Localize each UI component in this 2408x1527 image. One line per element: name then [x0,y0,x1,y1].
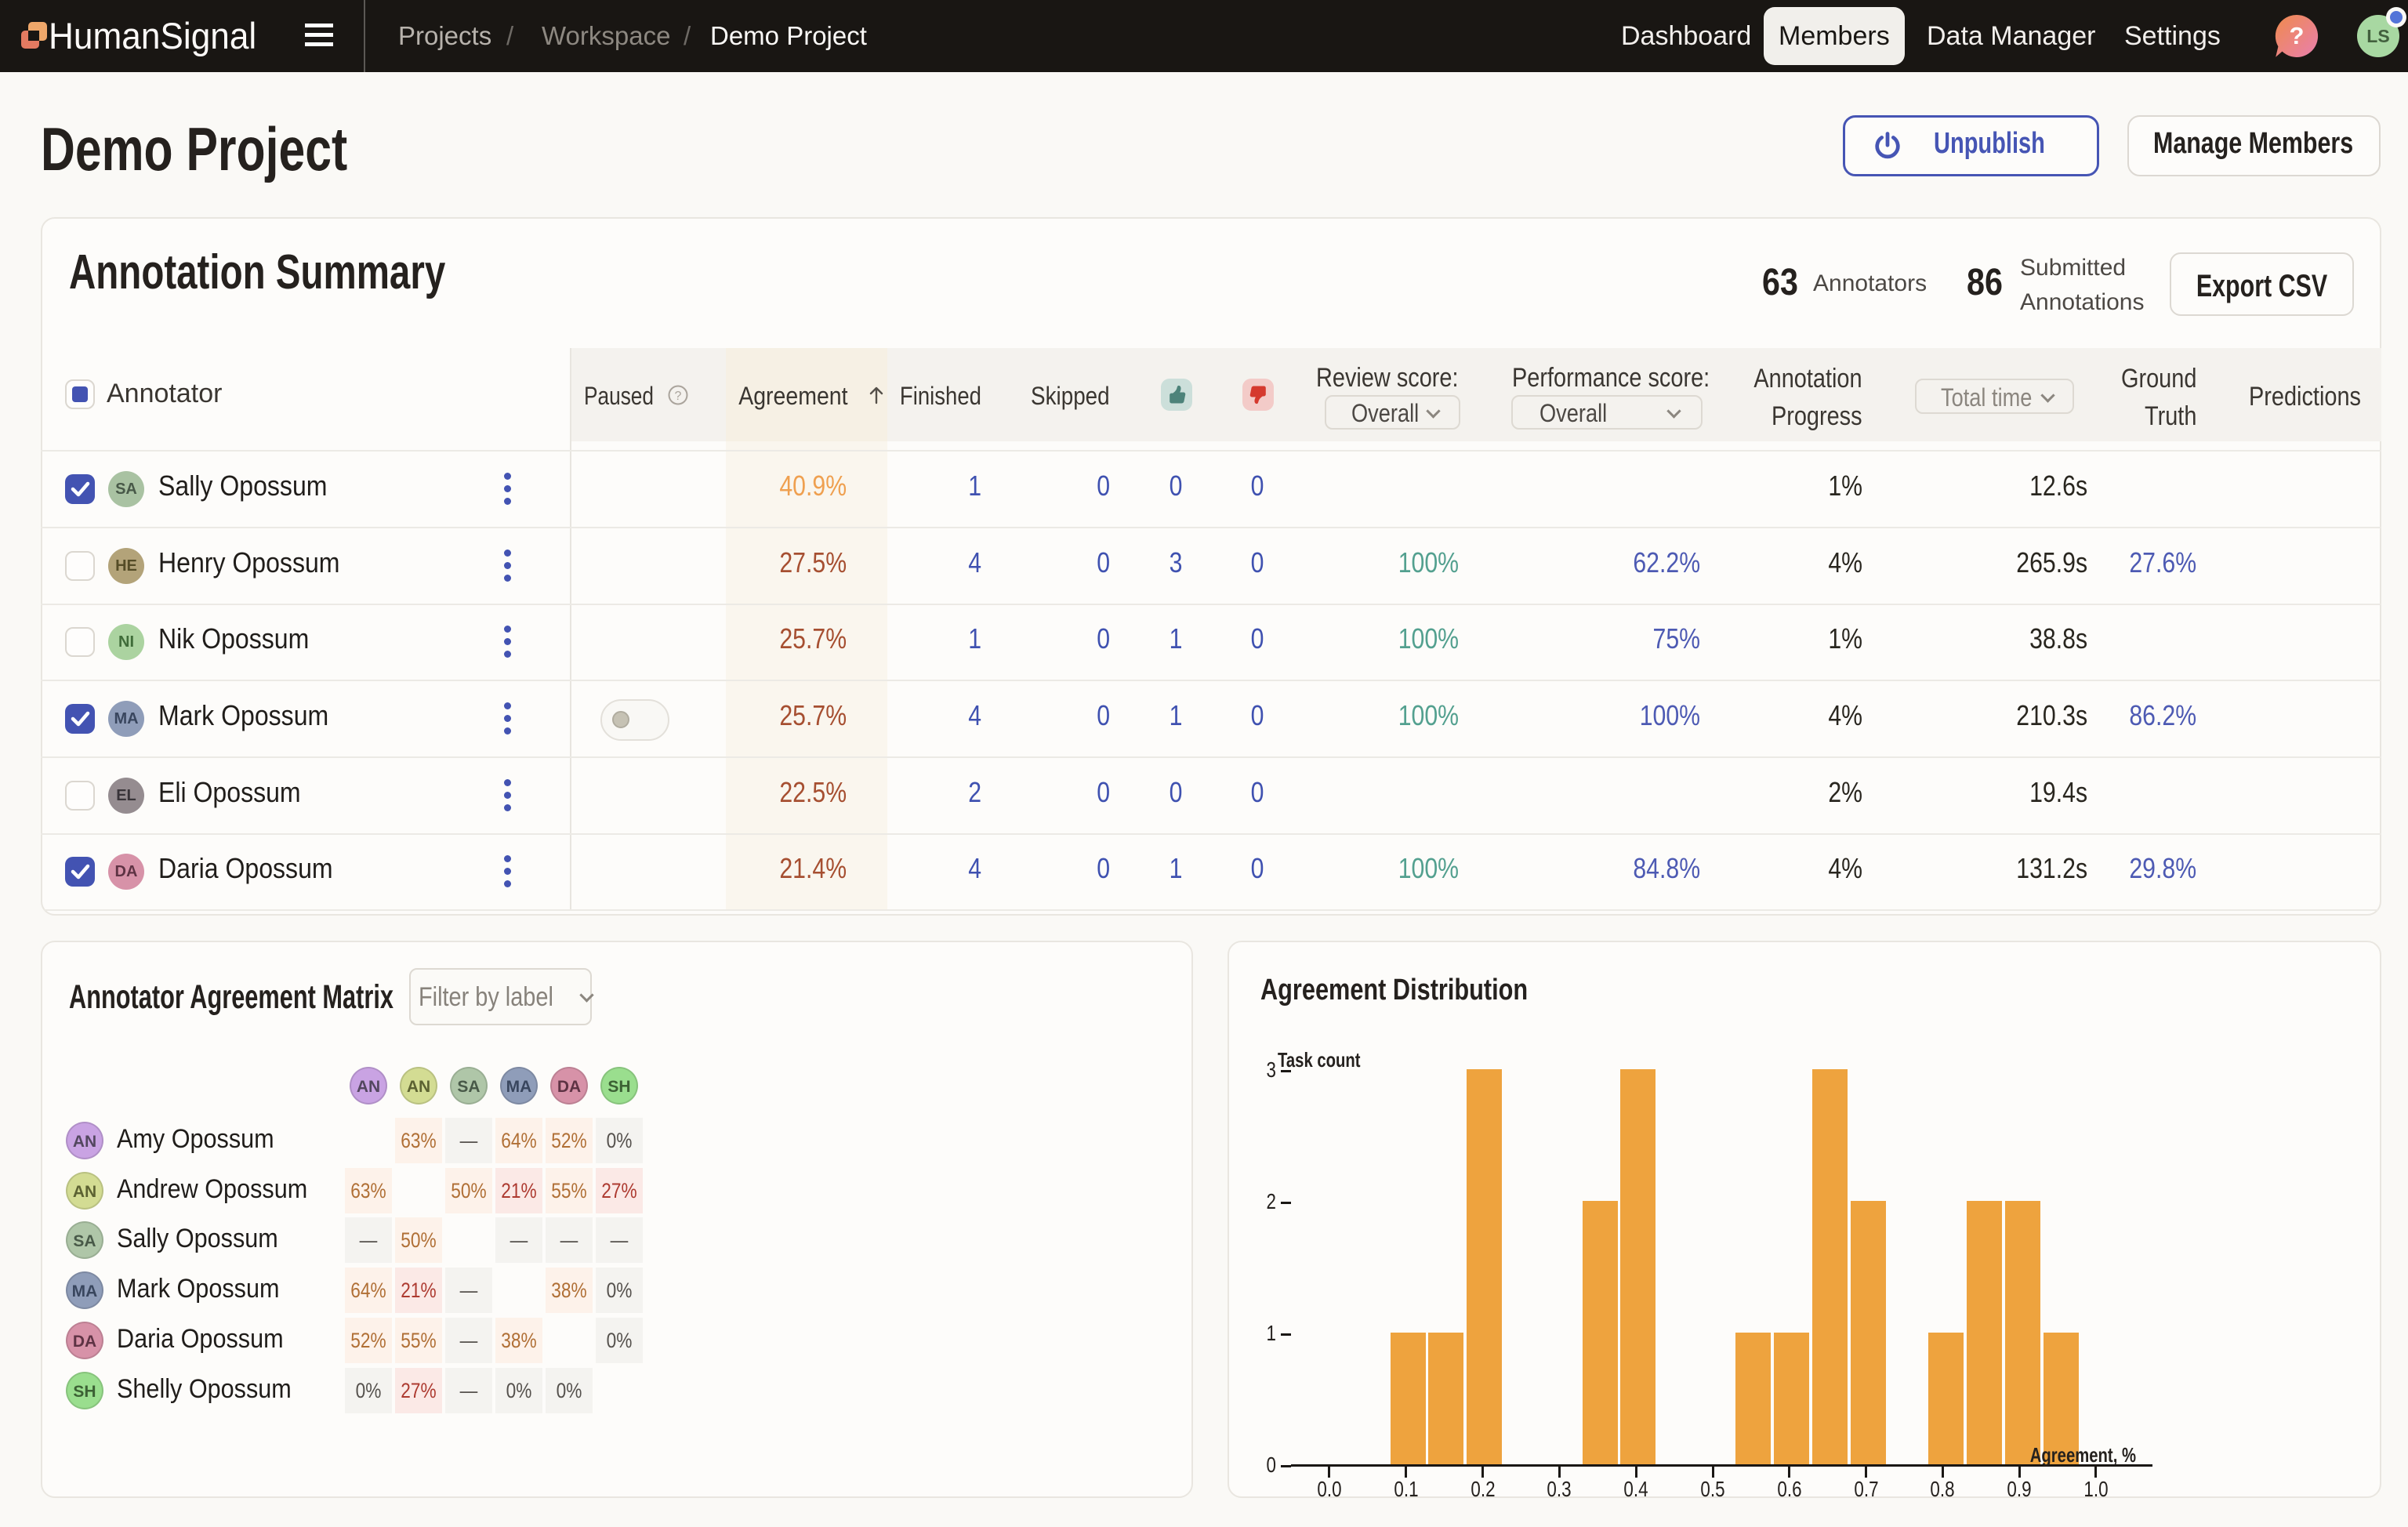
svg-text:?: ? [675,390,682,403]
svg-text:?: ? [2290,22,2305,49]
